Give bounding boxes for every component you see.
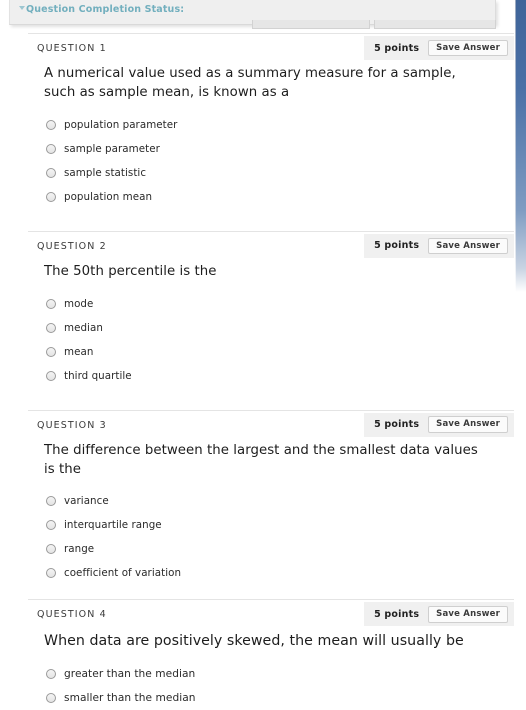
answer-option[interactable]: interquartile range [46,513,514,537]
question-text-3: The difference between the largest and t… [44,442,478,477]
answer-label: smaller than the median [64,691,196,704]
chevron-down-icon[interactable] [19,6,25,10]
answer-label: population parameter [64,118,178,131]
question-block-3: QUESTION 3 5 points Save Answer The diff… [28,409,514,600]
answer-label: population mean [64,190,153,203]
answer-label: interquartile range [64,519,162,532]
answer-label: coefficient of variation [64,567,182,580]
radio-button-icon[interactable] [46,346,56,357]
answer-option[interactable]: variance [46,489,514,513]
answer-label: sample statistic [64,166,147,179]
question-header-3: QUESTION 3 5 points Save Answer [28,411,514,439]
question-text-2: The 50th percentile is the [44,263,217,279]
question-block-4: QUESTION 4 5 points Save Answer When dat… [28,599,514,709]
radio-button-icon[interactable] [46,298,56,309]
partial-panel-right [374,20,496,29]
points-label-4: 5 points [374,608,420,620]
answer-options-3: variance interquartile range range coeff… [28,479,514,585]
save-answer-button-2[interactable]: Save Answer [428,237,508,254]
radio-button-icon[interactable] [46,370,56,381]
save-answer-button-4[interactable]: Save Answer [428,606,508,623]
question-text-4: When data are positively skewed, the mea… [44,633,464,650]
answer-label: mode [64,297,94,310]
vertical-scrollbar-track[interactable] [515,0,526,700]
question-meta-2: 5 points Save Answer [364,233,514,258]
answer-option[interactable]: population parameter [46,113,514,137]
question-number-3: QUESTION 3 [37,419,107,431]
answer-label: range [64,543,95,556]
vertical-scrollbar-thumb[interactable] [516,0,526,292]
answer-label: third quartile [64,369,132,382]
points-label-2: 5 points [374,240,420,252]
question-header-1: QUESTION 1 5 points Save Answer [28,34,514,62]
question-text-1: A numerical value used as a summary meas… [44,66,456,100]
save-answer-button-1[interactable]: Save Answer [428,39,508,57]
questions-container: QUESTION 1 5 points Save Answer A numeri… [0,33,526,710]
answer-label: mean [64,345,94,358]
question-number-4: QUESTION 4 [37,609,107,621]
answer-options-1: population parameter sample parameter sa… [28,103,514,209]
radio-button-icon[interactable] [46,167,56,178]
radio-button-icon[interactable] [46,119,56,130]
question-completion-status-bar: Question Completion Status: [0,0,526,33]
question-meta-3: 5 points Save Answer [364,412,514,437]
points-label-3: 5 points [374,419,420,431]
partial-panel-left [252,20,370,29]
question-meta-4: 5 points Save Answer [364,602,514,627]
radio-button-icon[interactable] [46,496,56,507]
points-label-1: 5 points [374,42,420,54]
answer-option[interactable]: sample statistic [46,161,514,185]
answer-option[interactable]: sample parameter [46,137,514,161]
answer-options-4: greater than the median smaller than the… [28,652,514,710]
question-block-2: QUESTION 2 5 points Save Answer The 50th… [28,230,514,410]
answer-option[interactable]: greater than the median [46,662,514,686]
question-header-4: QUESTION 4 5 points Save Answer [28,600,514,628]
radio-button-icon[interactable] [46,692,56,703]
answer-label: median [64,321,103,334]
question-number-1: QUESTION 1 [37,43,107,54]
answer-option[interactable]: coefficient of variation [46,561,514,585]
answer-option[interactable]: third quartile [46,364,514,388]
radio-button-icon[interactable] [46,143,56,154]
radio-button-icon[interactable] [46,191,56,202]
radio-button-icon[interactable] [46,668,56,679]
radio-button-icon[interactable] [46,322,56,333]
radio-button-icon[interactable] [46,520,56,531]
answer-option[interactable]: median [46,316,514,340]
answer-option[interactable]: mean [46,340,514,364]
question-header-2: QUESTION 2 5 points Save Answer [28,232,514,260]
radio-button-icon[interactable] [46,568,56,579]
answer-option[interactable]: smaller than the median [46,686,514,710]
answer-label: greater than the median [64,667,196,680]
question-number-2: QUESTION 2 [37,240,107,252]
answer-option[interactable]: population mean [46,185,514,209]
save-answer-button-3[interactable]: Save Answer [428,416,508,433]
question-meta-1: 5 points Save Answer [364,36,514,60]
answer-option[interactable]: range [46,537,514,561]
question-completion-status-label[interactable]: Question Completion Status: [26,4,184,15]
answer-options-2: mode median mean third quartile [28,282,514,388]
answer-label: sample parameter [64,142,160,155]
question-block-1: QUESTION 1 5 points Save Answer A numeri… [28,33,514,231]
answer-option[interactable]: mode [46,292,514,316]
radio-button-icon[interactable] [46,544,56,555]
answer-label: variance [64,495,109,508]
